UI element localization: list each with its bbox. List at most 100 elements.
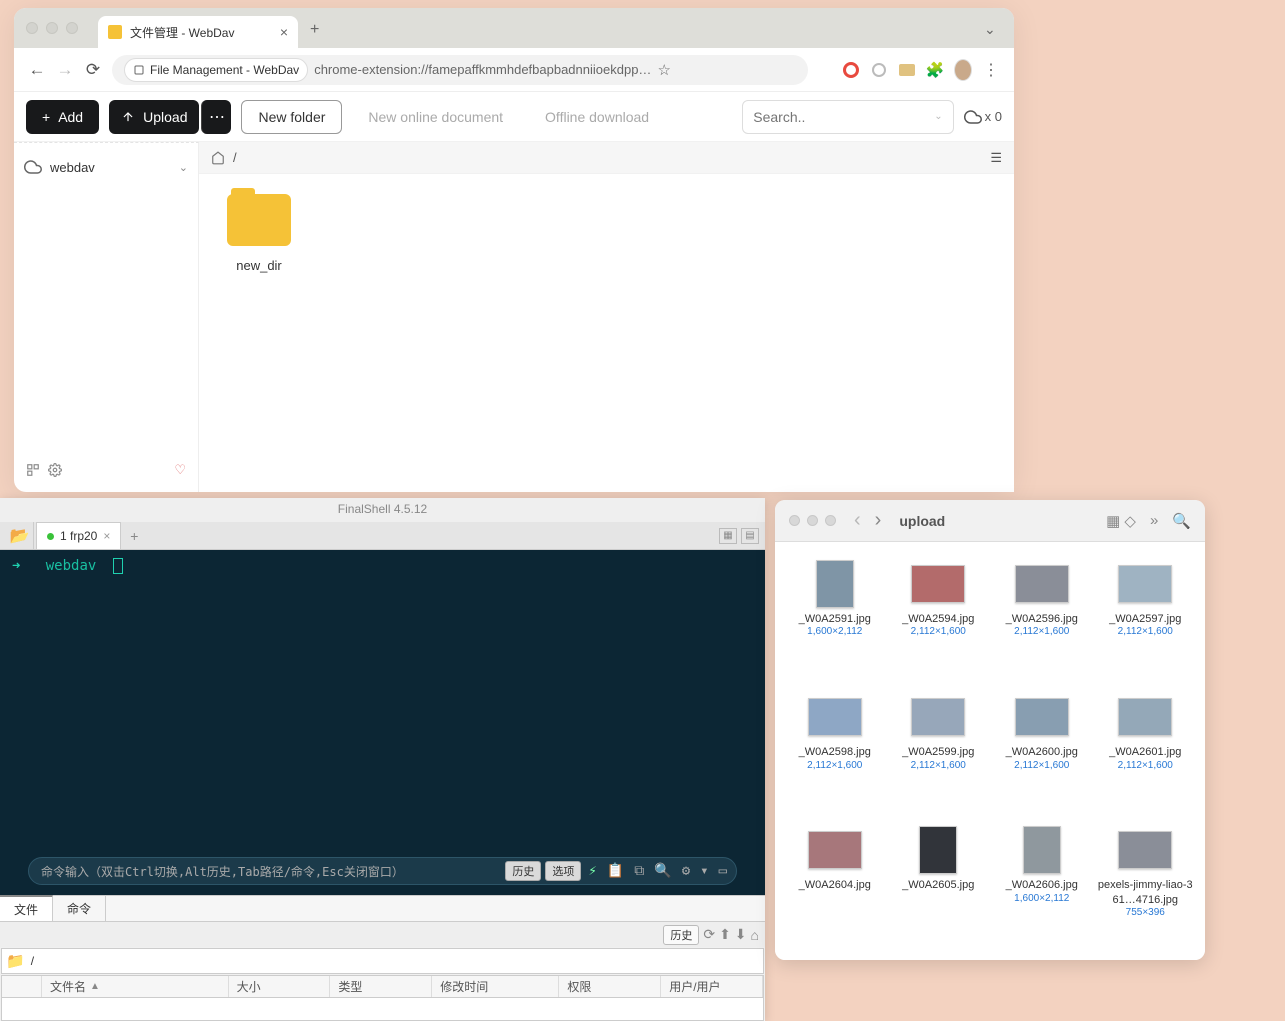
folder-icon [227,194,291,246]
layout-grid-icon[interactable]: ▦ [719,528,737,544]
gear-icon[interactable]: ⚙ [679,863,693,879]
finder-item[interactable]: _W0A2591.jpg1,600×2,112 [783,560,887,661]
new-terminal-tab-button[interactable]: + [123,522,145,549]
finder-item[interactable]: _W0A2594.jpg2,112×1,600 [887,560,991,661]
th-filename[interactable]: 文件名▲ [42,976,229,997]
traffic-lights[interactable] [789,515,836,526]
finder-item[interactable]: _W0A2601.jpg2,112×1,600 [1094,693,1198,794]
chevron-down-icon[interactable]: ⌄ [179,161,188,174]
file-toolbar: 历史 ⟳ ⬆ ⬇ ⌂ [0,921,765,947]
file-name: _W0A2606.jpg [992,878,1092,892]
back-button[interactable]: ← [28,60,46,80]
home-icon[interactable]: ⌂ [751,927,759,943]
traffic-lights[interactable] [26,22,78,34]
window-max-btn[interactable] [825,515,836,526]
path-bar[interactable]: 📁 / [1,948,764,974]
gear-icon[interactable] [48,463,62,477]
circle-icon[interactable] [870,61,888,79]
new-tab-button[interactable]: + [310,21,319,39]
address-bar[interactable]: File Management - WebDav chrome-extensio… [112,55,808,85]
window-min-btn[interactable] [807,515,818,526]
bolt-icon[interactable]: ⚡ [585,863,599,879]
url-text: chrome-extension://famepaffkmmhdefbapbad… [314,62,651,77]
sidebar-item-webdav[interactable]: webdav ⌄ [24,151,188,183]
finder-item[interactable]: _W0A2604.jpg [783,826,887,942]
window-close-btn[interactable] [26,22,38,34]
finder-item[interactable]: _W0A2606.jpg1,600×2,112 [990,826,1094,942]
history-button[interactable]: 历史 [663,925,699,945]
cloud-count[interactable]: x 0 [964,108,1002,126]
th-type[interactable]: 类型 [330,976,432,997]
layout-split-icon[interactable]: ▤ [741,528,759,544]
close-icon[interactable]: × [280,24,288,40]
command-bar[interactable]: 命令输入（双击Ctrl切换,Alt历史,Tab路径/命令,Esc关闭窗口） 历史… [28,857,737,885]
th-icon[interactable] [2,976,42,997]
finder-item[interactable]: pexels-jimmy-liao-361…4716.jpg755×396 [1094,826,1198,942]
profile-avatar[interactable] [954,61,972,79]
th-mtime[interactable]: 修改时间 [432,976,559,997]
new-online-doc-button[interactable]: New online document [352,100,519,134]
search-box[interactable]: ⌄ [742,100,953,134]
site-badge[interactable]: File Management - WebDav [124,58,308,82]
finder-grid[interactable]: _W0A2591.jpg1,600×2,112_W0A2594.jpg2,112… [775,542,1205,960]
close-icon[interactable]: × [103,529,110,543]
more-icon[interactable]: » [1150,512,1158,530]
folder-icon-small[interactable] [898,61,916,79]
file-grid[interactable]: new_dir [199,174,1014,492]
download-icon[interactable]: ⬇ [735,926,747,943]
qr-icon[interactable] [26,463,40,477]
upload-more-button[interactable]: ⋯ [201,100,231,134]
window-min-btn[interactable] [46,22,58,34]
apps-icon[interactable] [818,63,832,77]
forward-button[interactable]: › [875,509,882,532]
dropdown-icon[interactable]: ▾ [697,863,711,879]
copy-icon[interactable]: ⧉ [631,863,647,879]
finder-item[interactable]: _W0A2600.jpg2,112×1,600 [990,693,1094,794]
terminal[interactable]: ➜ webdav 命令输入（双击Ctrl切换,Alt历史,Tab路径/命令,Es… [0,550,765,895]
th-size[interactable]: 大小 [229,976,331,997]
new-folder-button[interactable]: New folder [241,100,342,134]
offline-download-button[interactable]: Offline download [529,100,665,134]
terminal-tab[interactable]: 1 frp20 × [36,522,121,549]
window-max-btn[interactable] [66,22,78,34]
opera-icon[interactable] [842,61,860,79]
maximize-icon[interactable]: ▭ [716,863,730,879]
extensions-icon[interactable]: 🧩 [926,61,944,79]
add-button[interactable]: + Add [26,100,99,134]
chevron-down-icon[interactable]: ⌄ [984,21,1002,39]
hamburger-icon[interactable]: ☰ [990,150,1002,166]
folder-open-icon[interactable]: 📂 [6,522,34,549]
upload-button[interactable]: Upload [109,100,199,134]
window-close-btn[interactable] [789,515,800,526]
refresh-icon[interactable]: ⟳ [703,926,715,943]
clipboard-icon[interactable]: 📋 [604,863,627,879]
finder-item[interactable]: _W0A2605.jpg [887,826,991,942]
th-perm[interactable]: 权限 [559,976,661,997]
back-button[interactable]: ‹ [854,509,861,532]
bookmark-star-icon[interactable]: ☆ [657,61,670,79]
tab-commands[interactable]: 命令 [53,896,106,921]
finder-item[interactable]: _W0A2596.jpg2,112×1,600 [990,560,1094,661]
reload-button[interactable]: ⟳ [84,60,102,80]
heart-icon[interactable]: ♡ [174,462,186,478]
breadcrumb: / ☰ [199,142,1014,174]
history-button[interactable]: 历史 [505,861,541,881]
options-button[interactable]: 选项 [545,861,581,881]
breadcrumb-path[interactable]: / [233,150,237,165]
search-icon[interactable]: 🔍 [1172,512,1191,530]
chevron-down-icon[interactable]: ⌄ [934,111,942,122]
upload-icon[interactable]: ⬆ [719,926,731,943]
search-icon[interactable]: 🔍 [651,863,674,879]
view-icons-icon[interactable]: ▦ ◇ [1106,512,1136,530]
kebab-menu-icon[interactable]: ⋮ [982,61,1000,79]
finder-item[interactable]: _W0A2597.jpg2,112×1,600 [1094,560,1198,661]
tab-files[interactable]: 文件 [0,895,53,921]
search-input[interactable] [753,109,934,125]
finder-item[interactable]: _W0A2598.jpg2,112×1,600 [783,693,887,794]
finder-item[interactable]: _W0A2599.jpg2,112×1,600 [887,693,991,794]
forward-button[interactable]: → [56,60,74,80]
th-user[interactable]: 用户/用户 [661,976,763,997]
tab-active[interactable]: 文件管理 - WebDav × [98,16,298,48]
folder-item-new-dir[interactable]: new_dir [219,194,299,273]
home-icon[interactable] [211,151,225,165]
